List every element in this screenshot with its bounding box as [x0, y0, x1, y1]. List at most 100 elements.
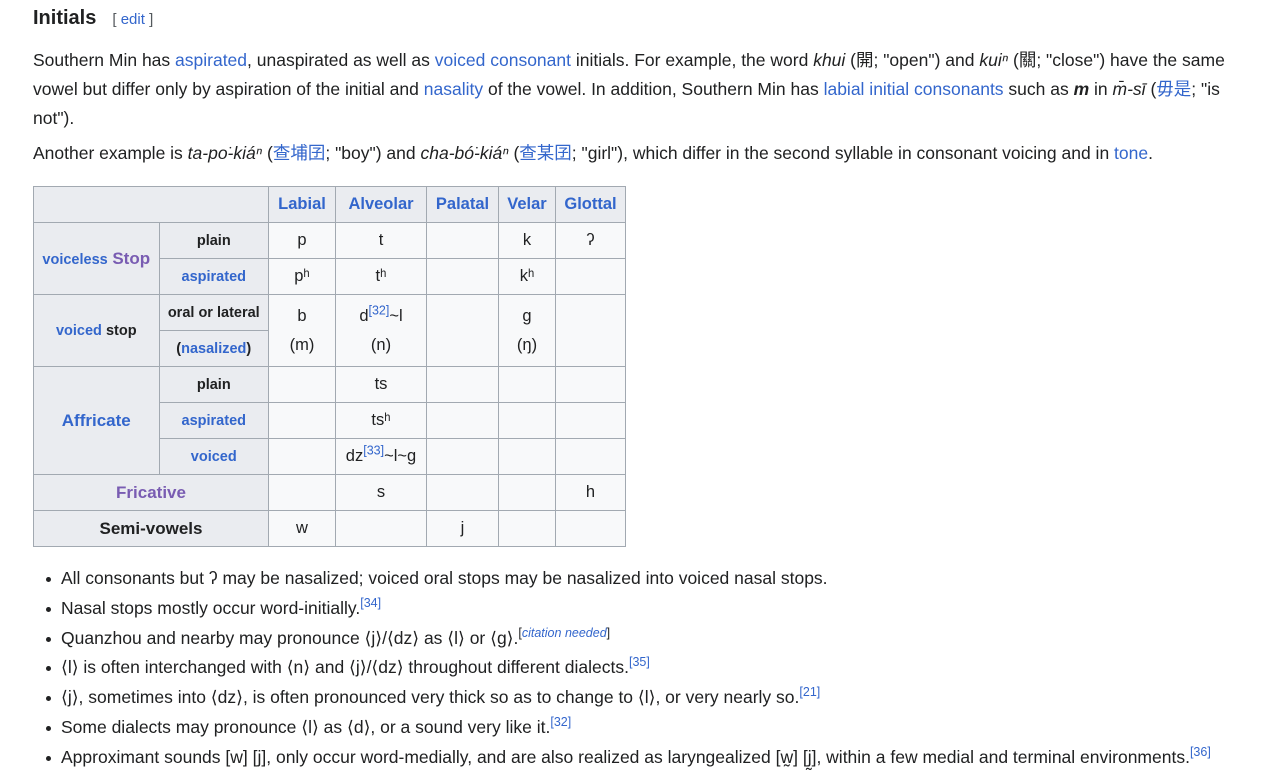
col-header-velar[interactable]: Velar: [498, 186, 556, 223]
link-voiced-consonant[interactable]: voiced consonant: [435, 50, 571, 70]
cell: w: [268, 510, 336, 547]
text: ; "boy") and: [325, 143, 421, 163]
stop-label: stop: [105, 322, 137, 339]
hanzi-close: 關: [1018, 50, 1037, 70]
link-girl-hanzi[interactable]: 查某囝: [519, 143, 572, 163]
edit-link[interactable]: edit: [121, 11, 145, 28]
text: (: [508, 143, 520, 163]
cell: [426, 222, 499, 259]
cell: [426, 258, 499, 295]
list-item: Nasal stops mostly occur word-initially.…: [46, 594, 1263, 624]
citation-needed-link[interactable]: citation needed: [522, 626, 607, 640]
link-tone[interactable]: tone: [1114, 143, 1148, 163]
cell-text: ~l: [389, 306, 403, 325]
col-velar-link[interactable]: Velar: [507, 195, 546, 213]
cell: d[32]~l (n): [335, 294, 427, 367]
stop-link[interactable]: Stop: [112, 249, 150, 268]
cell: [426, 474, 499, 511]
cell: [498, 438, 556, 475]
hanzi-open: 開: [856, 50, 874, 70]
row-header-fricative[interactable]: Fricative: [33, 474, 269, 511]
word-ta-po-kian: ta-po͘-kiáⁿ: [187, 143, 263, 163]
table-row: Affricate plain ts: [33, 366, 626, 475]
cell: t: [335, 222, 427, 259]
cell-text: d: [359, 306, 369, 325]
col-alveolar-link[interactable]: Alveolar: [348, 195, 413, 213]
cell: [498, 510, 556, 547]
edit-section: [ edit ]: [112, 11, 153, 28]
reference-link[interactable]: [21]: [799, 685, 820, 699]
subheader-aspirated[interactable]: aspirated: [158, 258, 270, 295]
bracket: ]: [606, 625, 611, 640]
reference-link[interactable]: [32]: [550, 715, 571, 729]
link-labial-initial-consonants[interactable]: labial initial consonants: [824, 79, 1004, 99]
cell: [555, 294, 626, 367]
list-item: All consonants but ʔ may be nasalized; v…: [46, 564, 1263, 594]
row-header-voiceless-stop: voiceless Stop: [33, 222, 160, 295]
link-aspirated[interactable]: aspirated: [175, 50, 247, 70]
paragraph-intro: Southern Min has aspirated, unaspirated …: [33, 46, 1233, 133]
cell-text: b: [297, 306, 307, 325]
text: Southern Min has: [33, 50, 176, 70]
reference-link[interactable]: [35]: [629, 656, 650, 670]
link-nasality[interactable]: nasality: [424, 79, 483, 99]
reference-link[interactable]: [36]: [1190, 745, 1211, 759]
cell: [555, 258, 626, 295]
cell: g (ŋ): [498, 294, 556, 367]
row-header-affricate[interactable]: Affricate: [33, 366, 160, 475]
cell-text: ~l~g: [384, 447, 417, 465]
subheader-aspirated[interactable]: aspirated: [158, 402, 270, 439]
cell: [268, 366, 336, 403]
link-boy-hanzi[interactable]: 查埔囝: [273, 143, 326, 163]
cell: kʰ: [498, 258, 556, 295]
section-title: Initials: [33, 7, 97, 29]
cell: s: [335, 474, 427, 511]
text: (: [1145, 79, 1157, 99]
subheader-oral-or-lateral: oral or lateral: [158, 294, 270, 331]
row-header-semi-vowels: Semi-vowels: [33, 510, 269, 547]
notes-list: All consonants but ʔ may be nasalized; v…: [43, 564, 1263, 773]
cell: [555, 510, 626, 547]
cell: p: [268, 222, 336, 259]
cell: dz[33]~l~g: [335, 438, 427, 475]
text: (: [1008, 50, 1019, 70]
voiced-link[interactable]: voiced: [191, 449, 237, 465]
text: initials. For example, the word: [571, 50, 814, 70]
list-item: ⟨j⟩, sometimes into ⟨dz⟩, is often prono…: [46, 683, 1263, 713]
col-header-labial[interactable]: Labial: [268, 186, 336, 223]
col-header-glottal[interactable]: Glottal: [555, 186, 626, 223]
cell: j: [426, 510, 499, 547]
cell-text: (n): [370, 335, 392, 354]
cell: b (m): [268, 294, 336, 367]
cell: [555, 402, 626, 439]
col-glottal-link[interactable]: Glottal: [564, 195, 616, 213]
cell: ts: [335, 366, 427, 403]
table-row: Semi-vowels w j: [33, 510, 626, 547]
subheader-voiced[interactable]: voiced: [158, 438, 270, 475]
cell: [268, 438, 336, 475]
fricative-link[interactable]: Fricative: [116, 483, 186, 502]
nasalized-link[interactable]: nasalized: [181, 341, 246, 357]
col-labial-link[interactable]: Labial: [278, 195, 326, 213]
aspirated-link[interactable]: aspirated: [182, 413, 246, 429]
cell-text: dz: [345, 447, 364, 465]
affricate-link[interactable]: Affricate: [62, 411, 131, 430]
reference-link[interactable]: [33]: [363, 444, 384, 458]
col-header-palatal[interactable]: Palatal: [426, 186, 499, 223]
voiceless-link[interactable]: voiceless: [42, 252, 107, 268]
reference-link[interactable]: [32]: [369, 303, 390, 317]
link-m-si-hanzi[interactable]: 毋是: [1156, 79, 1191, 99]
aspirated-link[interactable]: aspirated: [182, 269, 246, 285]
example-m: m: [1073, 79, 1090, 99]
col-header-alveolar[interactable]: Alveolar: [335, 186, 427, 223]
text: Another example is: [33, 143, 188, 163]
reference-link[interactable]: [34]: [360, 596, 381, 610]
subheader-plain: plain: [158, 222, 270, 259]
text: such as: [1003, 79, 1074, 99]
text: (: [845, 50, 856, 70]
text: ; "open") and: [873, 50, 980, 70]
section-heading: Initials [ edit ]: [33, 7, 153, 30]
col-palatal-link[interactable]: Palatal: [436, 195, 489, 213]
text: (: [262, 143, 273, 163]
voiced-link[interactable]: voiced: [56, 323, 102, 339]
